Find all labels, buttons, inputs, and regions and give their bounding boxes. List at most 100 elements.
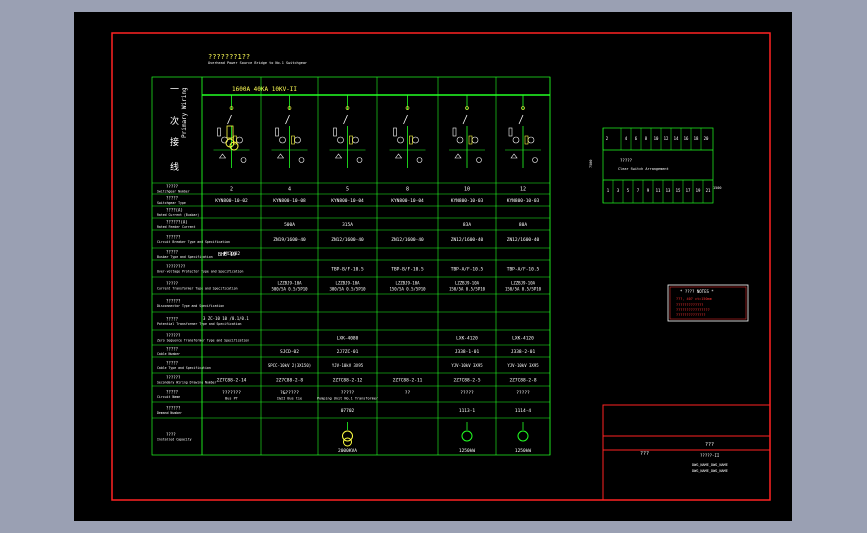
table-columns: 2KYN800-10-022Z7C88-2-14???????Bus PT4KY… [201,77,551,455]
circuit-name-en: I&II Bus tie [277,397,302,401]
arrangement-en: Clear Switch Arrangement [618,167,669,171]
arrangement-cell: 3 [617,188,620,193]
arrangement-cell: 1 [607,188,610,193]
drawing-number: 2Z7C88-2-11 [393,378,423,384]
circuit-name-en: Pumping Unit No.1 Transformer [317,397,378,401]
row-label-en: Switchgear Number [157,190,190,194]
title-code: ??? [640,451,649,457]
rated-current: 500A [284,222,295,228]
ct-type: LZZBJ9-10A [335,281,360,286]
switchgear-type: KYN800-10-02 [215,198,248,204]
arrangement-cell: 14 [674,136,679,141]
cable-type: YJV-10kV 3X95 [332,363,364,368]
arrangement-cell: 17 [686,188,691,193]
switchgear-type: KYN800-10-04 [391,198,424,204]
cable-type: YJV-10kV 3X95 [507,363,539,368]
row-label-cn: ?????? [166,235,181,240]
row-label-cn: ?????? [166,333,181,338]
title-block [602,404,771,501]
switch-arrangement: 2 4 6 8 10 12 14 16 18 201 3 5 7 9 11 13 15 17 19 21 [602,127,714,204]
row-label-cn: ?????? [166,299,181,304]
arrangement-cell: 18 [694,136,699,141]
arrangement-cell: 20 [704,136,709,141]
row-label-en: Secondary Wiring Drawing Number [157,381,217,385]
circuit-name: ??????? [222,390,241,396]
circuit-name: ????? [341,390,355,396]
installed-capacity: 2000KVA [338,448,357,454]
row-label-en: Switchgear Type [157,201,186,205]
zero-seq-ct: LXK-4120 [512,336,534,342]
left-cn-char: 次 [170,115,179,127]
row-label-en: Cable Type and Specification [157,366,211,370]
arrangement-cell: 10 [654,136,659,141]
notes-title: * ???? NOTES * [680,289,714,294]
switchgear-number: 10 [464,187,470,193]
motor-icon [461,422,473,442]
rated-current: 315A [342,222,353,228]
pt-cell: 3 ZC-10 10 /0.1/0.1 [203,316,249,321]
drawing-number: 2Z7C88-2-5 [453,378,480,384]
switchgear-number: 12 [520,187,526,193]
arrangement-cell: 6 [635,136,638,141]
motor-icon [517,422,529,442]
arrangement-cell: 4 [625,136,628,141]
ct-ratio: 150/5A 0.5/5P10 [449,287,486,292]
cable-type: YJV-10kV 3X95 [451,363,483,368]
row-label-cn: ????? [166,361,179,366]
ovp-type: TBP-A/F-10.5 [507,267,540,273]
row-label-cn: ????(A) [166,208,183,213]
diagram-subtitle: Overhead Power Source Bridge to No.1 Swi… [208,61,307,65]
cable-number: J338-1-01 [455,349,480,355]
arrangement-cell: 13 [666,188,671,193]
row-label-en: Circuit Breaker Type and Specification [157,240,230,244]
title-2: ?????-II [700,453,720,458]
zero-seq-ct: LXK-4080 [337,336,359,342]
diagram-title: ???????1?? [208,53,250,61]
row-label-en: Disconnector Type and Specification [157,304,224,308]
cable-number: SJCD-02 [280,349,299,355]
ovp-type: TBP-A/F-10.5 [451,267,484,273]
circuit-name: ?? [405,390,411,396]
cable-type: SPCC-10kV 2(3X150) [268,363,311,368]
switchgear-type: KYN800-10-04 [331,198,364,204]
notes-line: ?????????????? [676,313,706,317]
installed-capacity: 1250kW [515,448,532,454]
drawing-number: 2Z7C88-2-8 [276,378,303,384]
row-label-en: Zero Sequence Transformer Type and Speci… [157,339,249,343]
rated-current: 83A [463,222,471,228]
row-label-cn: ????? [166,347,179,352]
row-label-en: Over-voltage Protector Type and Specific… [157,270,243,274]
breaker-type: ZN12/1600-40 [391,237,424,243]
breaker-type: ZN12/1600-40 [331,237,364,243]
row-label-cn: ???? [166,432,176,437]
arrangement-cell: 12 [664,136,669,141]
left-cn-char: 接 [170,136,179,148]
rated-current: 80A [519,222,527,228]
row-label-en: Current Transformer Type and Specificati… [157,287,238,291]
notes-line: ????????????? [676,303,703,307]
arrangement-cell: 2 [606,136,609,141]
row-label-cn: ?????? [166,375,181,380]
demand-number: 07702 [341,408,355,414]
ct-ratio: 500/5A 0.5/5P10 [271,287,308,292]
arrangement-cell: 16 [684,136,689,141]
arrangement-cell: 11 [656,188,661,193]
title-line3: DWG_NAME_DWG_NAME [692,463,728,467]
row-label-cn: ????? [166,196,179,201]
drawing-number: 2Z7C88-2-12 [333,378,363,384]
circuit-name: ?&????? [280,390,299,396]
arrangement-cell: 7 [637,188,640,193]
ct-type: LZZBJ9-10A [277,281,302,286]
zero-seq-ct: LXK-4120 [456,336,478,342]
feeder-symbol [271,95,308,168]
feeder-symbol [329,95,366,168]
row-label-cn: ????? [166,250,179,255]
ct-ratio: 150/5A 0.5/5P10 [505,287,542,292]
cable-number: J338-2-01 [511,349,536,355]
circuit-name-en: Bus PT [225,397,239,401]
row-label-en: Rated Current (Busbar) [157,213,199,217]
row-label-cn: ????? [166,281,179,286]
row-label-cn: ?????? [166,406,181,411]
switchgear-number: 2 [230,187,233,193]
left-cn-char: 线 [170,161,179,173]
